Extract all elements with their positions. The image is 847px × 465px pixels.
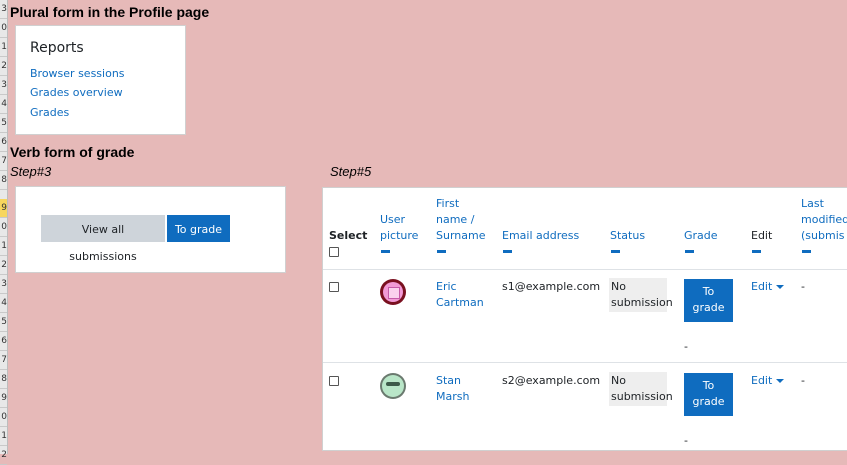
row-number: 0 <box>0 218 7 237</box>
verb-heading: Verb form of grade <box>10 144 135 160</box>
user-picture-header[interactable]: picture <box>380 228 418 244</box>
row-select-checkbox[interactable] <box>329 376 339 386</box>
sort-dash-icon[interactable] <box>802 250 811 253</box>
plural-heading: Plural form in the Profile page <box>10 4 210 20</box>
row-number: 4 <box>0 95 7 114</box>
row-number: 8 <box>0 171 7 190</box>
row-number: 9 <box>0 389 7 408</box>
step3-label: Step#3 <box>10 164 52 179</box>
grade-button-line: grade <box>692 301 725 314</box>
step5-label: Step#5 <box>330 164 372 179</box>
surname-link[interactable]: Cartman <box>436 295 484 311</box>
grades-overview-link[interactable]: Grades overview <box>30 86 123 99</box>
row-number: 2 <box>0 57 7 76</box>
sort-dash-icon[interactable] <box>437 250 446 253</box>
row-number: 5 <box>0 313 7 332</box>
row-number: 3 <box>0 0 7 19</box>
last-modified-header[interactable]: (submis <box>801 228 844 244</box>
to-grade-row-button[interactable]: To grade <box>684 279 733 322</box>
status-line: submission <box>611 390 673 403</box>
user-picture-header[interactable]: User <box>380 212 405 228</box>
green-face-avatar-icon <box>380 373 406 399</box>
row-number: 3 <box>0 275 7 294</box>
row-number: 5 <box>0 114 7 133</box>
grade-value: - <box>684 434 688 447</box>
row-number-gutter: 3 0 1 2 3 4 5 6 7 8 9 0 1 2 3 4 5 6 7 8 … <box>0 0 8 465</box>
row-number: 8 <box>0 370 7 389</box>
row-number: 7 <box>0 152 7 171</box>
status-line: No <box>611 280 626 293</box>
row-number: 6 <box>0 133 7 152</box>
last-modified-header[interactable]: modified <box>801 212 847 228</box>
row-number: 2 <box>0 446 7 465</box>
sort-dash-icon[interactable] <box>685 250 694 253</box>
last-modified-cell: - <box>801 280 805 293</box>
row-number: 0 <box>0 19 7 38</box>
select-column-header: Select <box>329 229 368 242</box>
avatar-robot-head <box>388 287 400 299</box>
grade-header[interactable]: Grade <box>684 228 718 244</box>
row-number: 3 <box>0 76 7 95</box>
row-divider <box>323 362 847 363</box>
status-header[interactable]: Status <box>610 228 645 244</box>
avatar-eyes <box>386 382 400 386</box>
row-number: 6 <box>0 332 7 351</box>
caret-down-icon[interactable] <box>776 285 785 289</box>
view-all-submissions-button[interactable]: View all submissions <box>41 215 165 263</box>
to-grade-button[interactable]: To grade <box>167 215 230 242</box>
first-name-link[interactable]: Stan <box>436 373 461 389</box>
sort-dash-icon[interactable] <box>503 250 512 253</box>
avatar-face <box>382 375 404 397</box>
last-modified-header[interactable]: Last <box>801 196 824 212</box>
grade-button-line: To <box>702 285 715 298</box>
grade-button-line: grade <box>692 395 725 408</box>
row-number: 7 <box>0 351 7 370</box>
row-number: 1 <box>0 38 7 57</box>
email-header[interactable]: Email address <box>502 228 579 244</box>
header-divider <box>323 269 847 270</box>
grade-value: - <box>684 340 688 353</box>
first-name-link[interactable]: Eric <box>436 279 457 295</box>
row-number: 1 <box>0 237 7 256</box>
email-cell: s1@example.com <box>502 280 601 293</box>
status-line: submission <box>611 296 673 309</box>
reports-card: Reports Browser sessions Grades overview… <box>15 25 186 135</box>
email-cell: s2@example.com <box>502 374 601 387</box>
step3-panel: View all submissions To grade <box>15 186 286 273</box>
status-line: No <box>611 374 626 387</box>
to-grade-row-button[interactable]: To grade <box>684 373 733 416</box>
surname-link[interactable]: Marsh <box>436 389 469 405</box>
pink-robot-avatar-icon <box>380 279 406 305</box>
submissions-table: Select User picture First name / Surname… <box>322 187 847 451</box>
select-all-checkbox[interactable] <box>329 247 339 257</box>
reports-title: Reports <box>30 40 84 56</box>
browser-sessions-link[interactable]: Browser sessions <box>30 67 125 80</box>
row-select-checkbox[interactable] <box>329 282 339 292</box>
grades-link[interactable]: Grades <box>30 106 69 119</box>
name-header-line2[interactable]: name / <box>436 212 474 228</box>
edit-dropdown[interactable]: Edit <box>751 280 785 293</box>
sort-dash-icon[interactable] <box>752 250 761 253</box>
edit-label[interactable]: Edit <box>751 280 772 293</box>
first-name-header[interactable]: First <box>436 196 459 212</box>
sort-dash-icon[interactable] <box>381 250 390 253</box>
edit-label[interactable]: Edit <box>751 374 772 387</box>
surname-header[interactable]: Surname <box>436 228 485 244</box>
row-number: 1 <box>0 427 7 446</box>
edit-dropdown[interactable]: Edit <box>751 374 785 387</box>
status-badge: No submission <box>609 372 673 406</box>
sort-dash-icon[interactable] <box>611 250 620 253</box>
caret-down-icon[interactable] <box>776 379 785 383</box>
row-number: 0 <box>0 408 7 427</box>
edit-header: Edit <box>751 229 773 242</box>
name-header-part[interactable]: name / <box>436 213 474 226</box>
row-number-selected: 9 <box>0 199 7 218</box>
status-badge: No submission <box>609 278 673 312</box>
row-number: 2 <box>0 256 7 275</box>
row-number: 4 <box>0 294 7 313</box>
last-modified-cell: - <box>801 374 805 387</box>
grade-button-line: To <box>702 379 715 392</box>
